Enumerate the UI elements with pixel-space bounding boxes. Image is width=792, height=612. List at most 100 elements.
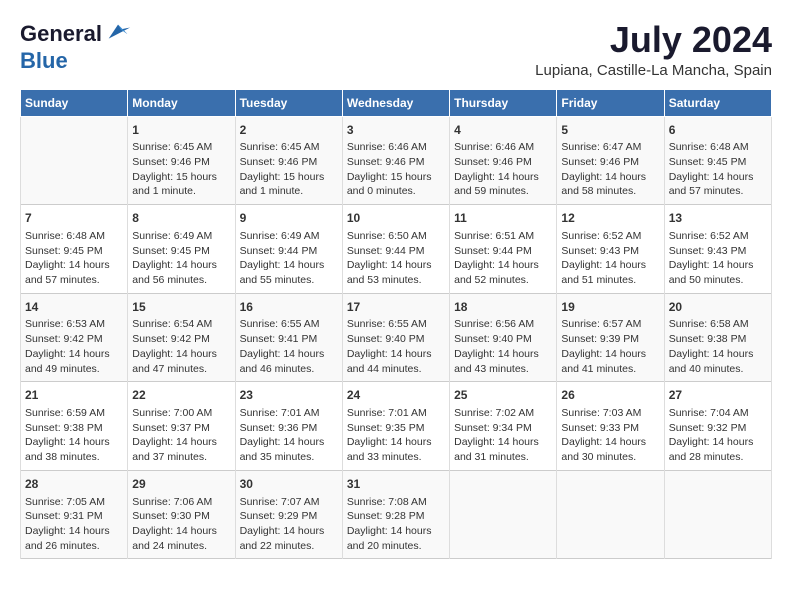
logo-text-general: General [20,21,102,47]
day-content: Sunrise: 6:57 AM Sunset: 9:39 PM Dayligh… [561,317,659,376]
header-saturday: Saturday [664,89,771,116]
calendar-cell: 7 Sunrise: 6:48 AM Sunset: 9:45 PM Daylig… [21,205,128,294]
day-number: 15 [132,299,230,316]
header-wednesday: Wednesday [342,89,449,116]
day-number: 4 [454,122,552,139]
header-tuesday: Tuesday [235,89,342,116]
day-number: 23 [240,387,338,404]
day-number: 18 [454,299,552,316]
header-monday: Monday [128,89,235,116]
day-number: 14 [25,299,123,316]
day-content: Sunrise: 6:46 AM Sunset: 9:46 PM Dayligh… [347,140,445,199]
day-content: Sunrise: 7:00 AM Sunset: 9:37 PM Dayligh… [132,406,230,465]
calendar-week-3: 14Sunrise: 6:53 AM Sunset: 9:42 PM Dayli… [21,293,772,382]
calendar-cell: 10 Sunrise: 6:50 AM Sunset: 9:44 PM Dayli… [342,205,449,294]
day-content: Sunrise: 6:46 AM Sunset: 9:46 PM Dayligh… [454,140,552,199]
calendar-cell: 17Sunrise: 6:55 AM Sunset: 9:40 PM Dayli… [342,293,449,382]
day-content: Sunrise: 6:45 AM Sunset: 9:46 PM Dayligh… [132,140,230,199]
day-content: Sunrise: 6:49 AM Sunset: 9:44 PM Dayligh… [240,229,338,288]
calendar-cell: 31Sunrise: 7:08 AM Sunset: 9:28 PM Dayli… [342,470,449,559]
day-number: 7 [25,210,123,227]
day-content: Sunrise: 6:52 AM Sunset: 9:43 PM Dayligh… [669,229,767,288]
day-number: 16 [240,299,338,316]
day-content: Sunrise: 6:54 AM Sunset: 9:42 PM Dayligh… [132,317,230,376]
day-number: 22 [132,387,230,404]
calendar-cell: 6Sunrise: 6:48 AM Sunset: 9:45 PM Daylig… [664,116,771,205]
calendar-cell [450,470,557,559]
day-content: Sunrise: 6:58 AM Sunset: 9:38 PM Dayligh… [669,317,767,376]
day-number: 2 [240,122,338,139]
day-content: Sunrise: 6:48 AM Sunset: 9:45 PM Dayligh… [25,229,123,288]
calendar-cell [21,116,128,205]
day-number: 13 [669,210,767,227]
calendar-cell [557,470,664,559]
day-number: 20 [669,299,767,316]
calendar-cell: 28Sunrise: 7:05 AM Sunset: 9:31 PM Dayli… [21,470,128,559]
calendar-cell: 3Sunrise: 6:46 AM Sunset: 9:46 PM Daylig… [342,116,449,205]
day-number: 21 [25,387,123,404]
title-block: July 2024 Lupiana, Castille-La Mancha, S… [535,20,772,79]
calendar-table: SundayMondayTuesdayWednesdayThursdayFrid… [20,89,772,560]
day-number: 29 [132,476,230,493]
calendar-cell: 9 Sunrise: 6:49 AM Sunset: 9:44 PM Daylig… [235,205,342,294]
calendar-cell: 23 Sunrise: 7:01 AM Sunset: 9:36 PM Dayli… [235,382,342,471]
day-number: 6 [669,122,767,139]
day-content: Sunrise: 6:50 AM Sunset: 9:44 PM Dayligh… [347,229,445,288]
header-thursday: Thursday [450,89,557,116]
calendar-cell: 15Sunrise: 6:54 AM Sunset: 9:42 PM Dayli… [128,293,235,382]
location-title: Lupiana, Castille-La Mancha, Spain [535,62,772,79]
day-content: Sunrise: 6:47 AM Sunset: 9:46 PM Dayligh… [561,140,659,199]
calendar-cell: 24 Sunrise: 7:01 AM Sunset: 9:35 PM Dayli… [342,382,449,471]
calendar-cell: 22 Sunrise: 7:00 AM Sunset: 9:37 PM Dayli… [128,382,235,471]
day-content: Sunrise: 6:49 AM Sunset: 9:45 PM Dayligh… [132,229,230,288]
day-content: Sunrise: 7:01 AM Sunset: 9:35 PM Dayligh… [347,406,445,465]
calendar-cell: 20Sunrise: 6:58 AM Sunset: 9:38 PM Dayli… [664,293,771,382]
calendar-week-2: 7 Sunrise: 6:48 AM Sunset: 9:45 PM Daylig… [21,205,772,294]
calendar-cell: 11Sunrise: 6:51 AM Sunset: 9:44 PM Dayli… [450,205,557,294]
logo: General Blue [20,20,132,74]
calendar-cell: 25 Sunrise: 7:02 AM Sunset: 9:34 PM Dayli… [450,382,557,471]
day-content: Sunrise: 7:06 AM Sunset: 9:30 PM Dayligh… [132,495,230,554]
day-content: Sunrise: 6:55 AM Sunset: 9:40 PM Dayligh… [347,317,445,376]
calendar-cell: 16Sunrise: 6:55 AM Sunset: 9:41 PM Dayli… [235,293,342,382]
calendar-header-row: SundayMondayTuesdayWednesdayThursdayFrid… [21,89,772,116]
day-content: Sunrise: 7:02 AM Sunset: 9:34 PM Dayligh… [454,406,552,465]
day-number: 5 [561,122,659,139]
calendar-cell: 4Sunrise: 6:46 AM Sunset: 9:46 PM Daylig… [450,116,557,205]
calendar-cell: 12Sunrise: 6:52 AM Sunset: 9:43 PM Dayli… [557,205,664,294]
day-number: 10 [347,210,445,227]
calendar-cell: 2Sunrise: 6:45 AM Sunset: 9:46 PM Daylig… [235,116,342,205]
day-number: 3 [347,122,445,139]
day-content: Sunrise: 7:03 AM Sunset: 9:33 PM Dayligh… [561,406,659,465]
day-number: 24 [347,387,445,404]
logo-text-blue: Blue [20,48,68,73]
day-number: 26 [561,387,659,404]
day-number: 17 [347,299,445,316]
calendar-cell: 21Sunrise: 6:59 AM Sunset: 9:38 PM Dayli… [21,382,128,471]
calendar-cell: 5Sunrise: 6:47 AM Sunset: 9:46 PM Daylig… [557,116,664,205]
header-friday: Friday [557,89,664,116]
day-number: 27 [669,387,767,404]
calendar-cell: 14Sunrise: 6:53 AM Sunset: 9:42 PM Dayli… [21,293,128,382]
day-number: 9 [240,210,338,227]
day-content: Sunrise: 6:56 AM Sunset: 9:40 PM Dayligh… [454,317,552,376]
calendar-week-1: 1Sunrise: 6:45 AM Sunset: 9:46 PM Daylig… [21,116,772,205]
calendar-week-5: 28Sunrise: 7:05 AM Sunset: 9:31 PM Dayli… [21,470,772,559]
calendar-cell: 13 Sunrise: 6:52 AM Sunset: 9:43 PM Dayli… [664,205,771,294]
day-number: 8 [132,210,230,227]
calendar-cell: 27Sunrise: 7:04 AM Sunset: 9:32 PM Dayli… [664,382,771,471]
calendar-cell: 8 Sunrise: 6:49 AM Sunset: 9:45 PM Daylig… [128,205,235,294]
day-content: Sunrise: 7:01 AM Sunset: 9:36 PM Dayligh… [240,406,338,465]
day-number: 31 [347,476,445,493]
day-number: 19 [561,299,659,316]
day-number: 28 [25,476,123,493]
page-header: General Blue July 2024 Lupiana, Castille… [20,20,772,79]
day-number: 25 [454,387,552,404]
calendar-cell [664,470,771,559]
day-content: Sunrise: 6:51 AM Sunset: 9:44 PM Dayligh… [454,229,552,288]
month-title: July 2024 [535,20,772,60]
day-content: Sunrise: 6:53 AM Sunset: 9:42 PM Dayligh… [25,317,123,376]
header-sunday: Sunday [21,89,128,116]
calendar-week-4: 21Sunrise: 6:59 AM Sunset: 9:38 PM Dayli… [21,382,772,471]
day-content: Sunrise: 7:07 AM Sunset: 9:29 PM Dayligh… [240,495,338,554]
